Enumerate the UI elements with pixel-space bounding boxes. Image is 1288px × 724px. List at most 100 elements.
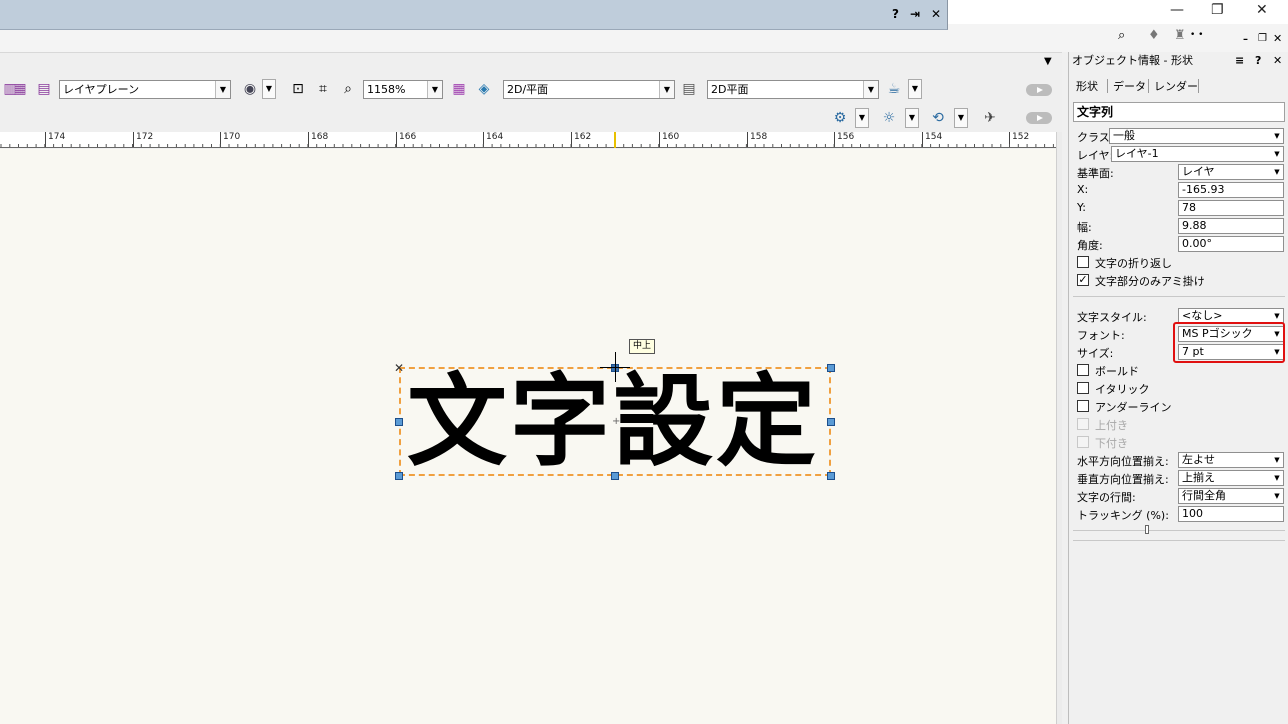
class-select[interactable]: 一般 ▼: [1109, 128, 1284, 144]
bell-icon[interactable]: ♦: [1148, 28, 1160, 43]
light-dropdown[interactable]: ▼: [905, 108, 919, 128]
lock-icon[interactable]: ♜: [1174, 28, 1186, 43]
panel-restore-icon[interactable]: ❐: [1258, 33, 1267, 44]
plane-list-icon[interactable]: ▤: [679, 79, 699, 99]
panel-title-bar: オブジェクト情報 - 形状 ≡ ? ✕: [1069, 52, 1288, 70]
subscript-checkbox: [1077, 436, 1089, 448]
layer-plane-select[interactable]: レイヤプレーン ▼: [59, 80, 231, 99]
valign-label: 垂直方向位置揃え:: [1077, 473, 1169, 486]
line-spacing-value: 行間全角: [1182, 489, 1226, 502]
layer-value: レイヤ-1: [1115, 147, 1159, 160]
highlight-box: [1173, 322, 1285, 363]
help-button[interactable]: ?: [892, 7, 899, 21]
view-grid-icon[interactable]: ▦: [449, 79, 469, 99]
center-mark-icon: +: [612, 416, 621, 427]
toolbar-dropdown-icon[interactable]: ▼: [1044, 56, 1052, 67]
menu-strip: [0, 30, 948, 52]
view-select[interactable]: 2D/平面 ▼: [503, 80, 675, 99]
italic-label: イタリック: [1095, 383, 1150, 396]
teapot-icon[interactable]: ☕: [884, 79, 904, 99]
x-input[interactable]: -165.93: [1178, 182, 1284, 198]
toolbar-expand-icon-2[interactable]: [1026, 112, 1052, 124]
tab-shape[interactable]: 形状: [1076, 78, 1098, 94]
app-title-bar: — ❐ ✕: [948, 0, 1288, 24]
plane-select[interactable]: 2D平面 ▼: [707, 80, 879, 99]
layer-grid-icon[interactable]: ▦: [10, 79, 30, 99]
tab-data[interactable]: データ: [1113, 78, 1146, 94]
bold-label: ボールド: [1095, 365, 1139, 378]
rotate-dropdown[interactable]: ▼: [954, 108, 968, 128]
document-title-bar: ? ⇥ ✕: [0, 0, 948, 30]
width-label: 幅:: [1077, 221, 1092, 234]
italic-checkbox[interactable]: [1077, 382, 1089, 394]
wrap-checkbox[interactable]: [1077, 256, 1089, 268]
tab-separator: [1198, 79, 1199, 93]
x-label: X:: [1077, 183, 1089, 196]
layer-select[interactable]: レイヤ-1 ▼: [1111, 146, 1284, 162]
vertical-scrollbar[interactable]: [1056, 132, 1062, 724]
y-input[interactable]: 78: [1178, 200, 1284, 216]
zoom-objects-icon[interactable]: ⌗: [313, 79, 333, 99]
panel-menu-button[interactable]: ≡: [1235, 52, 1244, 70]
underline-checkbox[interactable]: [1077, 400, 1089, 412]
layer-down-icon[interactable]: ▤: [34, 79, 54, 99]
zoom-value: 1158%: [367, 83, 406, 96]
tab-render[interactable]: レンダー: [1154, 78, 1198, 94]
panel-close-icon[interactable]: ✕: [1273, 32, 1282, 45]
panel-splitter-handle[interactable]: [1145, 525, 1149, 534]
bold-checkbox[interactable]: [1077, 364, 1089, 376]
resize-handle-right[interactable]: [827, 418, 835, 426]
width-input[interactable]: 9.88: [1178, 218, 1284, 234]
flyover-icon[interactable]: ✈: [980, 108, 1000, 128]
snap-tooltip: 中上: [629, 339, 656, 354]
resize-handle-top-right[interactable]: [827, 364, 835, 372]
search-icon[interactable]: ⌕: [1118, 28, 1125, 43]
restore-button[interactable]: ❐: [1211, 2, 1224, 18]
render-mode-dropdown[interactable]: ▼: [262, 79, 276, 99]
wrap-label: 文字の折り返し: [1095, 257, 1172, 270]
gear-icon[interactable]: ⚙: [830, 108, 850, 128]
resize-handle-bottom-left[interactable]: [395, 472, 403, 480]
font-label: フォント:: [1077, 329, 1125, 342]
base-plane-select[interactable]: レイヤ ▼: [1178, 164, 1284, 180]
angle-input[interactable]: 0.00°: [1178, 236, 1284, 252]
zoom-select[interactable]: 1158% ▼: [363, 80, 443, 99]
gear-dropdown[interactable]: ▼: [855, 108, 869, 128]
hatch-checkbox[interactable]: ✓: [1077, 274, 1089, 286]
underline-label: アンダーライン: [1095, 401, 1172, 414]
halign-select[interactable]: 左よせ ▼: [1178, 452, 1284, 468]
panel-close-button[interactable]: ✕: [1273, 52, 1282, 70]
minimize-button[interactable]: —: [1170, 2, 1184, 18]
toolbar-expand-icon[interactable]: [1026, 84, 1052, 96]
panel-minimize-icon[interactable]: –: [1243, 34, 1248, 45]
tracking-input[interactable]: 100: [1178, 506, 1284, 522]
ruler-ticks: [0, 144, 1054, 147]
tab-separator: [1148, 79, 1149, 93]
angle-label: 角度:: [1077, 239, 1103, 252]
halign-label: 水平方向位置揃え:: [1077, 455, 1169, 468]
cursor-crosshair-horizontal: [600, 367, 630, 368]
light-icon[interactable]: ☼: [879, 108, 899, 128]
app-close-button[interactable]: ✕: [1256, 2, 1268, 18]
rotate-view-icon[interactable]: ⟲: [928, 108, 948, 128]
zoom-icon[interactable]: ⌕: [338, 79, 358, 99]
zoom-page-icon[interactable]: ⊡: [288, 79, 308, 99]
panel-help-button[interactable]: ?: [1255, 52, 1261, 70]
tracking-label: トラッキング (%):: [1077, 509, 1169, 522]
resize-handle-left[interactable]: [395, 418, 403, 426]
resize-handle-bottom-right[interactable]: [827, 472, 835, 480]
more-dots-icon[interactable]: • •: [1190, 30, 1203, 40]
hatch-label: 文字部分のみアミ掛け: [1095, 275, 1205, 288]
teapot-dropdown[interactable]: ▼: [908, 79, 922, 99]
view-cube-icon[interactable]: ◈: [474, 79, 494, 99]
chevron-down-icon: ▼: [215, 81, 230, 98]
horizontal-ruler: 174 172 170 168 166 164 162 160 158 156 …: [0, 132, 1056, 148]
line-spacing-select[interactable]: 行間全角 ▼: [1178, 488, 1284, 504]
panel-divider: [1073, 540, 1285, 541]
document-close-button[interactable]: ✕: [931, 7, 941, 21]
pin-button[interactable]: ⇥: [910, 7, 920, 21]
valign-select[interactable]: 上揃え ▼: [1178, 470, 1284, 486]
render-mode-icon[interactable]: ◉: [240, 79, 260, 99]
section-header: 文字列: [1073, 102, 1285, 122]
resize-handle-bottom[interactable]: [611, 472, 619, 480]
